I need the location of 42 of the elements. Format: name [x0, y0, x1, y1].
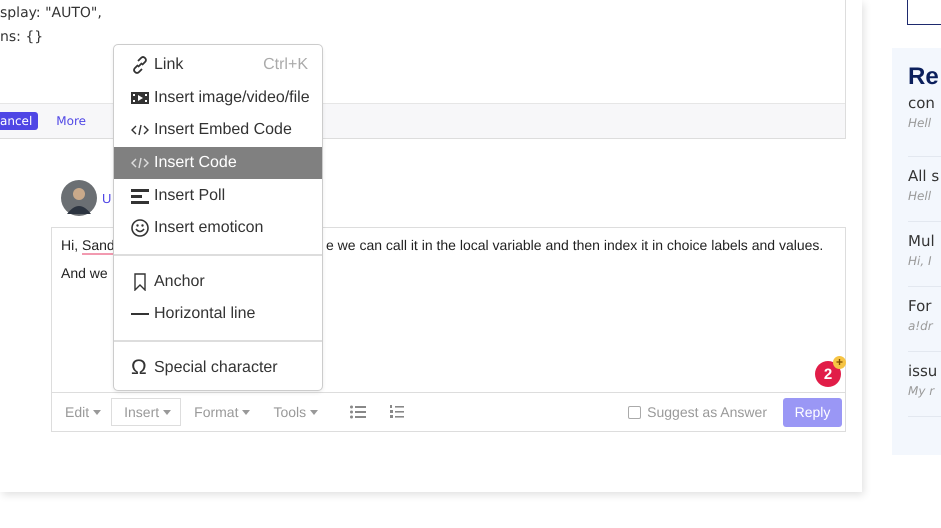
menu-item[interactable]: Insert Poll [114, 179, 322, 212]
post-snippet: My r [908, 383, 936, 400]
editor-text: e we can call it in the local variable and then index it in choice labels and values. [326, 236, 824, 255]
menu-item[interactable]: Link Ctrl+K [114, 49, 322, 82]
post-snippet: a!dr [908, 318, 934, 335]
post-title[interactable]: con [908, 92, 941, 114]
post-title[interactable]: For [908, 295, 941, 317]
menu-item[interactable]: Anchor [114, 266, 322, 298]
code-line: splay: "AUTO", [0, 4, 103, 23]
menu-item[interactable]: Insert Code [114, 146, 322, 180]
sidebar-heading: Re [908, 62, 940, 92]
post-snippet: Hi, I [908, 253, 933, 270]
caret-icon [163, 410, 172, 414]
link-icon [131, 56, 149, 74]
top-box [907, 0, 941, 25]
omega-icon: Ω [131, 358, 147, 378]
bars-icon [131, 186, 149, 205]
menu-item[interactable]: Horizontal line [114, 298, 322, 331]
line-icon [131, 313, 149, 316]
cancel-button[interactable]: ancel [0, 112, 38, 130]
editor-text: And we [61, 264, 108, 283]
smiley-icon [131, 219, 149, 238]
caret-icon [310, 410, 318, 414]
more-link[interactable]: More [56, 114, 86, 128]
checkbox[interactable] [628, 406, 642, 418]
menu-item[interactable]: Insert Embed Code [114, 114, 322, 147]
code-line: ns: {} [0, 28, 44, 47]
avatar [61, 180, 97, 216]
caret-icon [93, 410, 102, 414]
bullet-list-icon[interactable] [350, 405, 366, 419]
post-title[interactable]: issu [908, 360, 941, 382]
author-name[interactable]: U [102, 190, 112, 206]
plus-badge: + [833, 356, 846, 369]
shortcut-text: Ctrl+K [263, 56, 308, 74]
menu-item[interactable]: Insert image/video/file [114, 82, 322, 114]
post-snippet: Hell [908, 188, 932, 205]
post-title[interactable]: Mul [908, 230, 941, 252]
caret-icon [242, 410, 250, 414]
numbered-list-icon[interactable] [390, 405, 404, 419]
post-title[interactable]: All s [908, 165, 941, 187]
post-snippet: Hell [908, 115, 932, 132]
menu-item[interactable]: Ω Special character [114, 352, 322, 384]
